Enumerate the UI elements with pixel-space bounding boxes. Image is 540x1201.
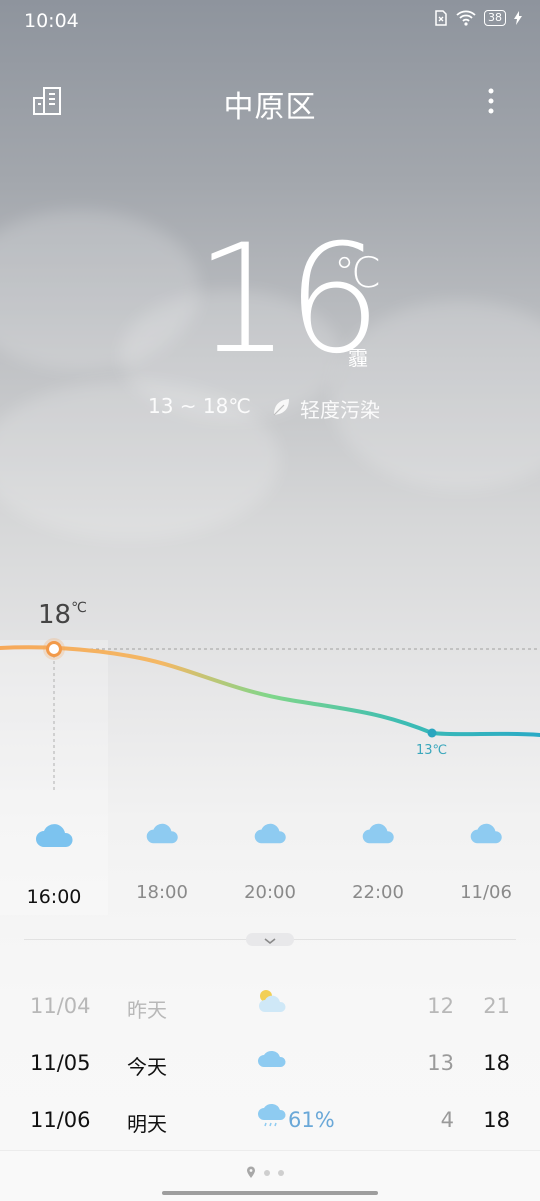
chart-current-temp-unit: ℃ [71,600,87,616]
rain-cloud-icon [258,1103,286,1127]
cloud-icon [146,823,178,844]
hour-item[interactable]: 11/06 [432,820,540,903]
chart-current-temp-value: 18 [38,600,72,630]
sim-icon [435,10,447,26]
air-quality[interactable]: 轻度污染 [300,394,380,423]
temperature-line [0,645,540,737]
temperature-range: 13 ~ 18℃ [148,394,251,418]
daily-row[interactable]: 11/04 昨天 12 21 [0,990,540,1034]
day-date: 11/05 [30,1051,91,1075]
battery-indicator: 38 [484,10,506,26]
cloud-icon [36,824,73,847]
chart-current-temp: 18℃ [38,600,87,630]
status-icons: 38 [434,10,522,26]
rain-probability: 61% [288,1108,335,1132]
chevron-down-icon [264,938,276,945]
cloud-icon [254,823,286,844]
weather-condition: 霾 [348,346,368,370]
cloud-icon [470,823,502,844]
status-time: 10:04 [24,10,79,32]
expand-button[interactable] [246,933,294,946]
daily-row[interactable]: 11/05 今天 13 18 [0,1050,540,1091]
cloud-icon [258,1050,286,1067]
day-low: 4 [440,1108,454,1132]
city-title[interactable]: 中原区 [0,82,540,126]
hour-time: 18:00 [136,882,188,903]
day-low: 13 [427,1051,454,1075]
day-name: 昨天 [127,998,167,1022]
day-high: 18 [483,1108,510,1132]
min-point [427,728,437,738]
day-date: 11/04 [30,994,91,1018]
page-indicator[interactable] [246,1166,284,1179]
day-high: 21 [483,994,510,1018]
hour-time: 16:00 [26,886,82,908]
day-name: 今天 [127,1055,167,1079]
temperature-unit: ℃ [334,248,382,297]
hour-item[interactable]: 22:00 [324,820,432,903]
leaf-icon [273,399,289,416]
wifi-icon [456,10,476,26]
day-low: 12 [427,994,454,1018]
hour-item[interactable]: 16:00 [0,820,108,908]
hour-item[interactable]: 18:00 [108,820,216,903]
location-pin-icon [247,1166,255,1178]
day-high: 18 [483,1051,510,1075]
current-point [46,641,62,657]
more-options-icon[interactable] [476,84,506,120]
hour-time: 20:00 [244,882,296,903]
home-indicator[interactable] [162,1191,378,1195]
charging-icon [514,11,522,25]
hour-time: 11/06 [460,882,512,903]
cloud-icon [362,823,394,844]
day-name: 明天 [127,1112,167,1136]
page-dot [264,1169,270,1176]
hour-item[interactable]: 20:00 [216,820,324,903]
chart-min-temp: 13℃ [416,743,448,758]
daily-row[interactable]: 11/06 明天 61% 4 18 [0,1103,540,1148]
partly-sunny-icon [259,990,286,1012]
page-dot [278,1169,284,1176]
hour-time: 22:00 [352,882,404,903]
day-date: 11/06 [30,1108,91,1132]
